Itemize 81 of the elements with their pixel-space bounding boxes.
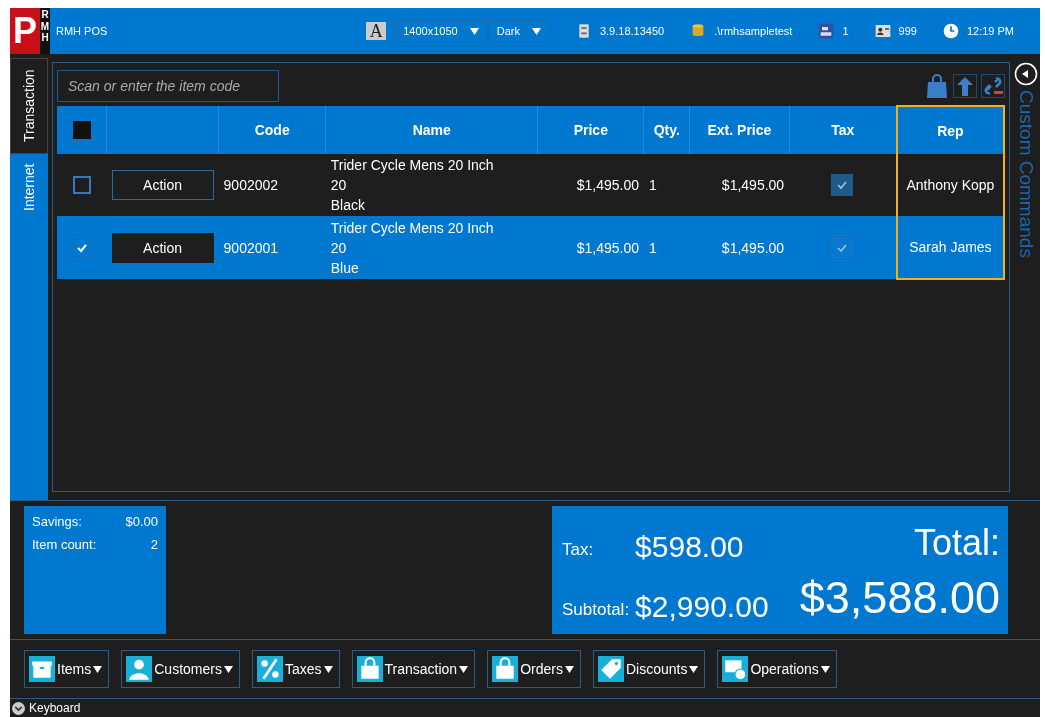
shopping-bag-icon[interactable] [925, 73, 949, 99]
cashier-icon [874, 23, 891, 39]
menu-button[interactable]: Orders [487, 650, 581, 688]
tag-icon [597, 656, 624, 682]
percent-icon [256, 656, 283, 682]
column-header[interactable]: Ext. Price [689, 106, 790, 154]
item-count-value: 2 [149, 537, 158, 552]
table-cell: Trider Cycle Mens 20 Inch 20 Blue [325, 216, 538, 279]
select-all-checkbox[interactable] [72, 121, 91, 140]
menu-button[interactable]: Operations [717, 650, 837, 688]
logo-letter: P [10, 8, 40, 54]
menu-button[interactable]: Transaction [351, 650, 476, 688]
table-cell: Sarah James [896, 216, 1004, 279]
menu-button[interactable]: Items [24, 650, 110, 688]
column-header[interactable]: Qty. [643, 106, 690, 154]
menu-button[interactable]: Customers [121, 650, 240, 688]
caret-icon [223, 665, 233, 673]
box-icon [29, 656, 55, 682]
chevron-down-icon [12, 701, 25, 715]
side-tab[interactable]: Internet [10, 154, 48, 500]
table-cell: Anthony Kopp [896, 154, 1004, 216]
theme-dropdown[interactable]: Dark [487, 20, 550, 42]
table-cell: 1 [643, 216, 690, 279]
table-cell: $1,495.00 [689, 154, 790, 216]
caret-icon [323, 665, 333, 673]
keyboard-toggle[interactable]: Keyboard [29, 701, 81, 715]
register-number: 1 [842, 25, 849, 37]
total-label: Total: [912, 522, 1000, 564]
shopping-bag-icon [356, 656, 383, 682]
caret-icon [689, 665, 699, 673]
logo-subtext: RMH [40, 8, 50, 54]
app-name: RMH POS [56, 25, 109, 37]
shopping-bag-icon [492, 656, 519, 682]
font-size-icon[interactable]: A [366, 22, 387, 40]
caret-icon [820, 665, 830, 673]
resolution-dropdown[interactable]: 1400x1050 [394, 20, 488, 42]
column-header[interactable]: Code [218, 106, 326, 154]
cashier-number: 999 [898, 25, 917, 37]
row-checkbox[interactable] [72, 176, 91, 195]
total-value: $3,588.00 [798, 572, 1000, 624]
caret-icon [469, 27, 479, 35]
subtotal-label: Subtotal: [562, 600, 630, 621]
savings-label: Savings: [32, 514, 83, 529]
checkmark-icon [836, 179, 849, 191]
column-header[interactable]: Price [537, 106, 644, 154]
column-header[interactable]: Name [325, 106, 538, 154]
clock-icon [942, 23, 959, 39]
table-cell: 9002002 [218, 154, 326, 216]
table-cell: 9002001 [218, 216, 326, 279]
tax-label: Tax: [562, 540, 595, 561]
caret-icon [564, 665, 574, 673]
register-icon [818, 23, 835, 39]
column-header[interactable]: Rep [896, 106, 1004, 154]
version-text: 3.9.18.13450 [599, 25, 665, 37]
table-cell: $1,495.00 [537, 216, 644, 279]
person-icon [126, 656, 153, 682]
time-text: 12:19 PM [966, 25, 1014, 37]
table-cell: $1,495.00 [689, 216, 790, 279]
action-button[interactable]: Action [111, 170, 214, 200]
subtotal-value: $2,990.00 [635, 590, 769, 624]
table-cell: $1,495.00 [537, 154, 644, 216]
side-tab[interactable]: Transaction [10, 58, 48, 154]
tax-value: $598.00 [635, 530, 745, 564]
row-checkbox[interactable] [72, 238, 91, 257]
collapse-button-icon[interactable] [1014, 62, 1038, 86]
link-icon[interactable] [981, 73, 1005, 99]
caret-icon [93, 665, 103, 673]
table-cell: 1 [643, 154, 690, 216]
table-cell: Trider Cycle Mens 20 Inch 20 Black [325, 154, 538, 216]
database-name: .\rmhsampletest [714, 25, 793, 37]
menu-button[interactable]: Taxes [251, 650, 340, 688]
item-code-field[interactable]: Scan or enter the item code [57, 70, 279, 102]
menu-button[interactable]: Discounts [592, 650, 706, 688]
action-button[interactable]: Action [111, 232, 214, 263]
item-count-label: Item count: [32, 537, 98, 552]
tax-checkbox[interactable] [830, 235, 855, 260]
column-header[interactable]: Tax [789, 106, 897, 154]
caret-icon [459, 665, 469, 673]
tax-checkbox[interactable] [831, 174, 854, 196]
caret-icon [531, 27, 541, 35]
savings-value: $0.00 [125, 514, 158, 529]
